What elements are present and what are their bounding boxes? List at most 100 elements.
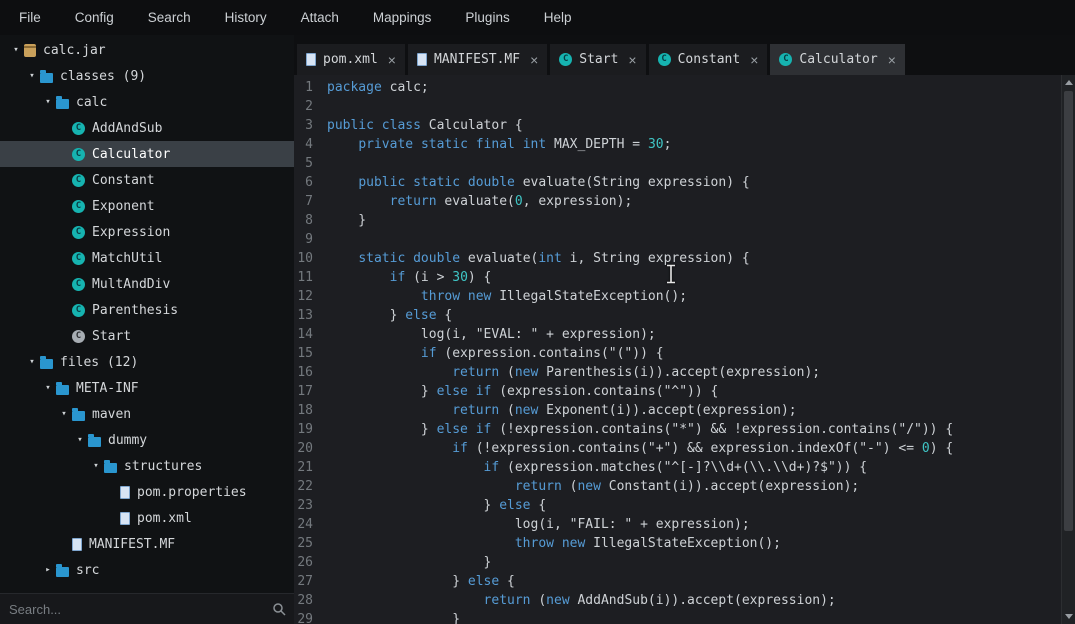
tree-item-src[interactable]: ▸ src [0,557,294,583]
code-token: return [514,479,562,494]
code-line: if (!expression.contains("+") && express… [327,439,1075,458]
menu-item-plugins[interactable]: Plugins [448,0,526,35]
tree-item-label: src [76,562,100,578]
tree-item-maven[interactable]: ▾ maven [0,401,294,427]
code-token: i, String expression) { [561,251,750,266]
class-icon: C [72,225,85,239]
tab-start[interactable]: C Start × [550,44,646,75]
code-line: public static double evaluate(String exp… [327,173,1075,192]
tree-item-parenthesis[interactable]: C Parenthesis [0,297,294,323]
menu-item-mappings[interactable]: Mappings [356,0,449,35]
folder-icon [104,459,117,473]
tree-item-pom-xml[interactable]: pom.xml [0,505,294,531]
tree-expand-arrow-icon[interactable]: ▾ [88,461,104,471]
tab-manifest-mf[interactable]: MANIFEST.MF × [407,44,548,75]
code-token: "EVAL: " [475,327,539,342]
tree-expand-arrow-icon[interactable]: ▾ [40,97,56,107]
tree-item-expression[interactable]: C Expression [0,219,294,245]
vertical-scrollbar[interactable] [1061,75,1075,624]
code-line: throw new IllegalStateException(); [327,534,1075,553]
menu-item-help[interactable]: Help [527,0,589,35]
scrollbar-thumb[interactable] [1064,91,1073,531]
tree-item-calc[interactable]: ▾ calc [0,89,294,115]
class-icon: C [72,251,85,265]
code-line: return (new Exponent(i)).accept(expressi… [327,401,1075,420]
tab-calculator[interactable]: C Calculator × [770,44,905,75]
tree-item-files-12[interactable]: ▾ files (12) [0,349,294,375]
tree-expand-arrow-icon[interactable]: ▾ [56,409,72,419]
code-line: } else { [327,496,1075,515]
tree-expand-arrow-icon[interactable]: ▸ [40,565,56,575]
menu-item-history[interactable]: History [208,0,284,35]
tab-close-icon[interactable]: × [750,52,758,68]
tab-label: Calculator [799,52,878,67]
tab-close-icon[interactable]: × [628,52,636,68]
code-token: { [436,308,453,323]
line-number: 12 [297,289,313,304]
tab-close-icon[interactable]: × [530,52,538,68]
code-token: "-" [859,441,883,456]
tree-item-label: Exponent [92,198,155,214]
tree-item-label: pom.properties [137,484,247,500]
code-token: (expression.contains( [436,346,609,361]
menu-item-config[interactable]: Config [58,0,131,35]
tab-close-icon[interactable]: × [888,52,896,68]
code-line: private static final int MAX_DEPTH = 30; [327,135,1075,154]
code-token: (!expression.contains( [491,422,672,437]
tree-item-calculator[interactable]: C Calculator [0,141,294,167]
line-number: 10 [297,251,313,266]
code-content[interactable]: package calc; public class Calculator { p… [320,75,1075,624]
tree-item-exponent[interactable]: C Exponent [0,193,294,219]
tree-item-meta-inf[interactable]: ▾ META-INF [0,375,294,401]
tree-item-label: calc [76,94,108,110]
tab-close-icon[interactable]: × [388,52,396,68]
tree-item-matchutil[interactable]: C MatchUtil [0,245,294,271]
tree-item-manifest-mf[interactable]: MANIFEST.MF [0,531,294,557]
tree-item-structures[interactable]: ▾ structures [0,453,294,479]
tab-constant[interactable]: C Constant × [648,44,768,75]
line-number: 7 [305,194,313,209]
tree-item-multanddiv[interactable]: C MultAndDiv [0,271,294,297]
jar-icon [24,43,36,57]
line-number: 15 [297,346,313,361]
code-token: else [436,422,468,437]
menu-item-file[interactable]: File [2,0,58,35]
search-input[interactable] [0,601,294,617]
code-token: "+" [647,441,672,456]
scroll-down-button[interactable] [1062,609,1075,624]
code-token: private [358,137,414,152]
tree-expand-arrow-icon[interactable]: ▾ [8,45,24,55]
tab-label: Constant [677,52,741,67]
menu-item-attach[interactable]: Attach [284,0,356,35]
folder-icon [56,381,69,395]
tree-item-addandsub[interactable]: C AddAndSub [0,115,294,141]
code-token: int [538,251,562,266]
scroll-up-button[interactable] [1062,75,1075,90]
code-line: return (new AddAndSub(i)).accept(express… [327,591,1075,610]
tab-pom-xml[interactable]: pom.xml × [297,44,405,75]
code-token: (expression.contains( [491,384,664,399]
file-tree: ▾ calc.jar ▾ classes (9) ▾ calc C AddAndSub C Cal… [0,35,294,593]
tree-expand-arrow-icon[interactable]: ▾ [40,383,56,393]
tree-expand-arrow-icon[interactable]: ▾ [24,71,40,81]
tree-item-start[interactable]: C Start [0,323,294,349]
code-token: Parenthesis(i)).accept(expression); [538,365,821,380]
tab-label: Start [579,52,619,67]
line-number: 3 [305,118,313,133]
code-token: (expression.matches( [499,460,664,475]
tree-expand-arrow-icon[interactable]: ▾ [24,357,40,367]
code-token: MAX_DEPTH = [546,137,648,152]
class-icon: C [779,53,793,66]
menu-item-search[interactable]: Search [131,0,208,35]
tree-item-dummy[interactable]: ▾ dummy [0,427,294,453]
tree-item-classes-9[interactable]: ▾ classes (9) [0,63,294,89]
tree-expand-arrow-icon[interactable]: ▾ [72,435,88,445]
tree-item-pom-properties[interactable]: pom.properties [0,479,294,505]
code-editor[interactable]: 1 2 3 4 5 6 7 8 9 10 11 12 13 14 15 16 17 18 19 20 21 22 23 24 2… [294,75,1075,624]
tree-item-calc-jar[interactable]: ▾ calc.jar [0,37,294,63]
tree-item-constant[interactable]: C Constant [0,167,294,193]
